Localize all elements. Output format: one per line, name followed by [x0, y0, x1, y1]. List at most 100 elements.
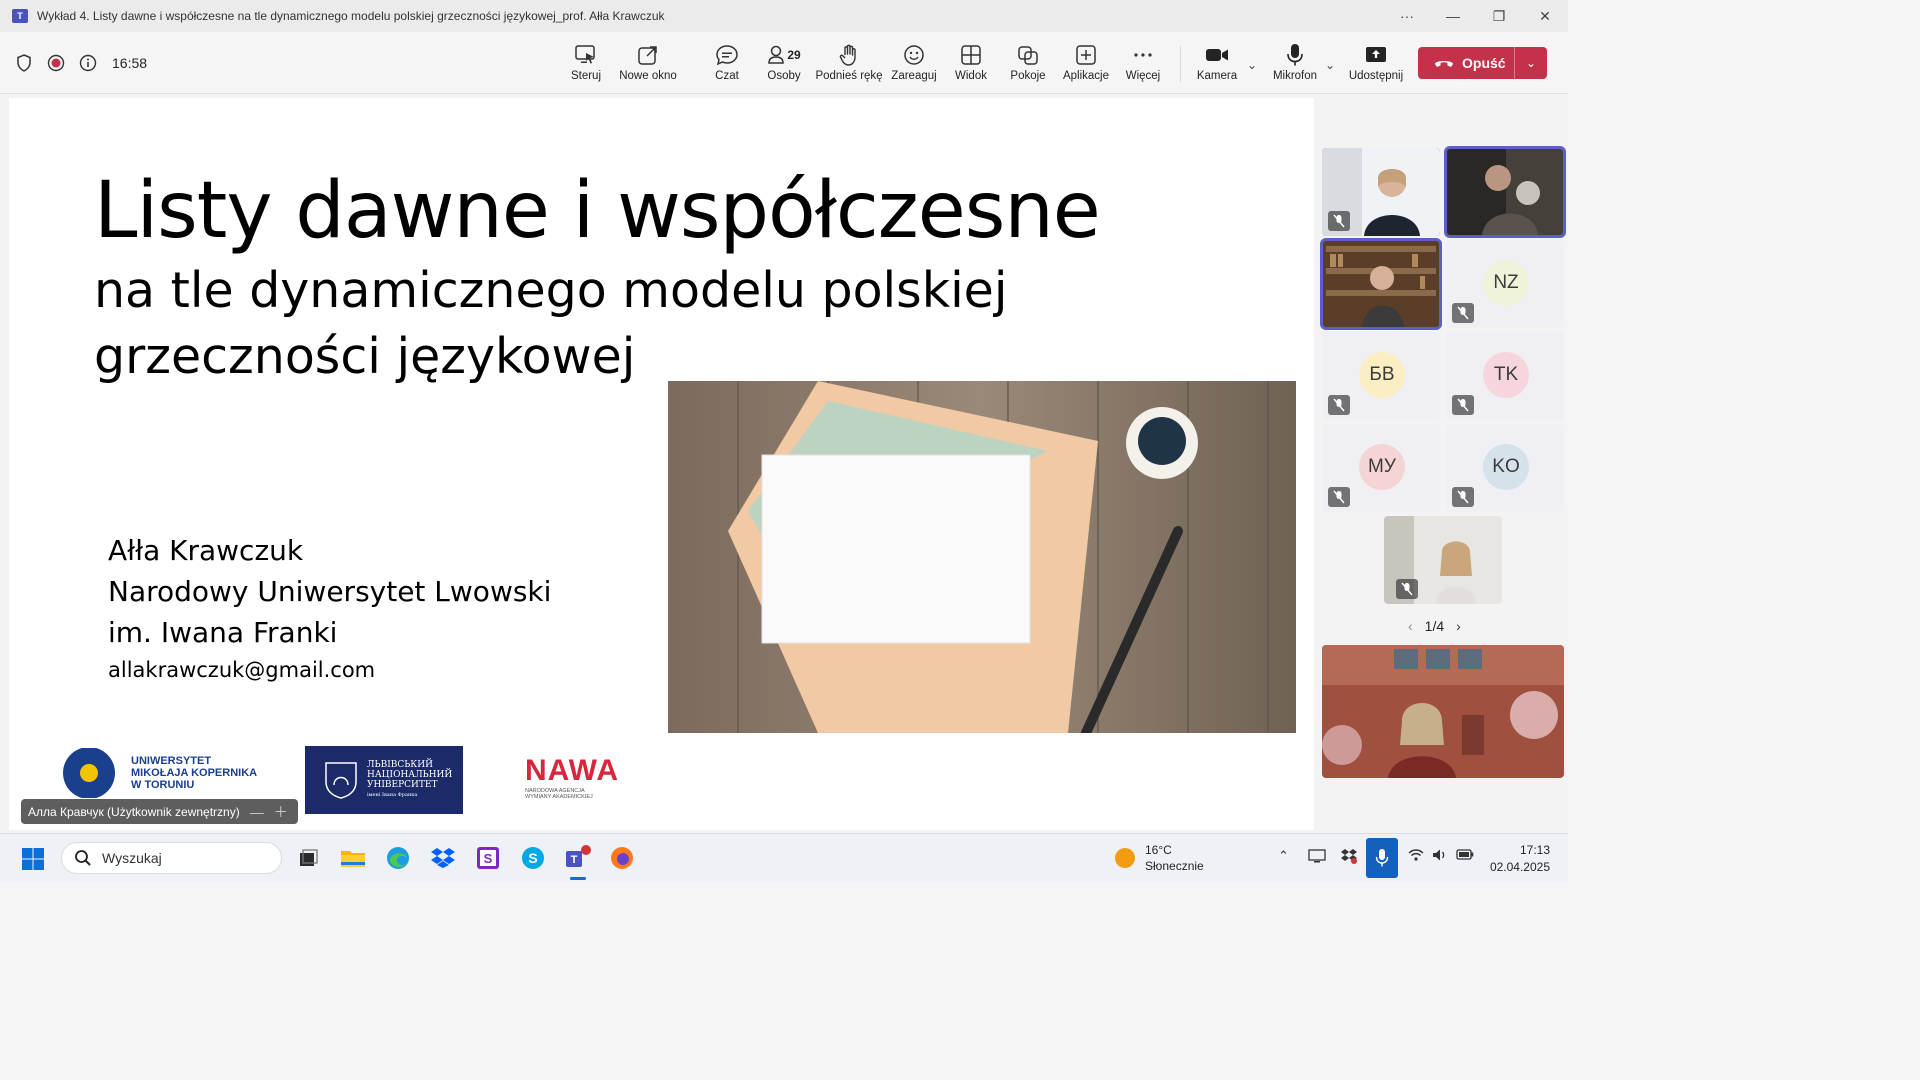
participant-video-tile[interactable]	[1320, 238, 1442, 330]
taskbar-clock[interactable]: 17:13 02.04.2025	[1486, 842, 1550, 876]
people-button[interactable]: 29 Osoby	[762, 42, 806, 88]
camera-options-chevron-icon[interactable]: ⌄	[1247, 58, 1257, 72]
lnu-line1: ЛЬВІВСЬКИЙ	[367, 760, 433, 770]
umk-line2: MIKOŁAJA KOPERNIKA	[131, 767, 258, 779]
minimize-button[interactable]: —	[1430, 0, 1476, 32]
view-label: Widok	[955, 70, 987, 82]
lnu-line2: НАЦІОНАЛЬНИЙ	[367, 770, 453, 780]
leave-main[interactable]: Opuść	[1418, 47, 1515, 79]
author-name: Ałła Krawczuk	[108, 534, 304, 567]
chat-icon	[716, 45, 738, 66]
participant-tile[interactable]: TK	[1446, 332, 1564, 420]
zoom-out-icon[interactable]: —	[250, 804, 264, 820]
react-button[interactable]: Zareaguj	[890, 42, 938, 88]
volume-icon[interactable]	[1432, 848, 1448, 865]
task-view-icon[interactable]	[294, 844, 322, 872]
chevron-right-icon[interactable]: ›	[1456, 618, 1461, 634]
leave-label: Opuść	[1462, 55, 1506, 71]
self-view-video[interactable]	[1322, 645, 1564, 778]
camera-icon	[1206, 49, 1228, 61]
mic-options-chevron-icon[interactable]: ⌄	[1325, 58, 1335, 72]
svg-text:T: T	[571, 854, 578, 866]
microphone-in-use-icon[interactable]	[1366, 838, 1398, 878]
participant-video-tile[interactable]	[1444, 146, 1566, 238]
umk-line1: UNIWERSYTET	[131, 755, 212, 767]
participant-avatar: TK	[1483, 352, 1529, 398]
shared-slide: Listy dawne i współczesne na tle dynamic…	[9, 98, 1314, 830]
hand-icon	[839, 44, 856, 66]
mic-button[interactable]: Mikrofon	[1268, 42, 1322, 88]
close-button[interactable]: ✕	[1522, 0, 1568, 32]
participant-avatar: NZ	[1483, 260, 1529, 306]
share-screen-icon	[1366, 47, 1386, 62]
dropbox-tray-icon[interactable]	[1340, 848, 1358, 867]
skype-icon[interactable]: S	[519, 844, 547, 872]
battery-icon[interactable]	[1456, 848, 1474, 863]
more-options-button[interactable]: ···	[1384, 0, 1430, 32]
rooms-button[interactable]: Pokoje	[1008, 42, 1048, 88]
control-button[interactable]: Steruj	[564, 42, 608, 88]
share-button[interactable]: Udostępnij	[1346, 42, 1406, 88]
share-label: Udostępnij	[1348, 70, 1404, 82]
meeting-toolbar: 16:58 Steruj Nowe okno Czat 29 Osoby Pod…	[0, 32, 1568, 94]
meeting-status: 16:58	[14, 53, 147, 73]
meeting-stage: Listy dawne i współczesne na tle dynamic…	[0, 95, 1568, 833]
recording-icon[interactable]	[46, 53, 66, 73]
author-email: allakrawczuk@gmail.com	[108, 658, 376, 682]
apps-button[interactable]: Aplikacje	[1060, 42, 1112, 88]
view-button[interactable]: Widok	[952, 42, 990, 88]
nawa-wordmark: NAWA	[525, 754, 619, 787]
clock-date: 02.04.2025	[1489, 860, 1550, 874]
teams-taskbar-icon[interactable]: T	[564, 844, 592, 872]
react-label: Zareaguj	[891, 70, 937, 82]
muted-mic-icon	[1452, 487, 1474, 507]
shield-icon[interactable]	[14, 53, 34, 73]
cursor-screen-icon	[575, 45, 595, 64]
wifi-icon[interactable]	[1408, 848, 1424, 865]
edge-browser-icon[interactable]	[384, 844, 412, 872]
participant-tile[interactable]: БВ	[1322, 332, 1440, 420]
search-placeholder: Wyszukaj	[102, 850, 162, 866]
dropbox-icon[interactable]	[429, 844, 457, 872]
muted-mic-icon	[1328, 395, 1350, 415]
lnu-line3: УНІВЕРСИТЕТ	[367, 780, 438, 790]
weather-widget[interactable]: 16°C Słonecznie	[1115, 842, 1204, 874]
taskbar-search[interactable]: Wyszukaj	[61, 842, 282, 874]
windows-start-icon[interactable]	[21, 847, 45, 876]
app-s-icon[interactable]: S	[474, 844, 502, 872]
muted-mic-icon	[1396, 579, 1418, 599]
firefox-icon[interactable]	[608, 844, 636, 872]
hang-up-icon	[1435, 61, 1453, 67]
maximize-button[interactable]: ❐	[1476, 0, 1522, 32]
muted-mic-icon	[1328, 487, 1350, 507]
meeting-timer: 16:58	[112, 55, 148, 71]
zoom-in-icon[interactable]: ＋	[274, 802, 288, 822]
umk-logo: UNIWERSYTET MIKOŁAJA KOPERNIKA W TORUNIU	[59, 748, 257, 798]
file-explorer-icon[interactable]	[339, 844, 367, 872]
info-icon[interactable]	[78, 53, 98, 73]
muted-mic-icon	[1452, 303, 1474, 323]
lnu-line4: імені Івана Франка	[367, 792, 418, 798]
presenter-name-tag[interactable]: Алла Кравчук (Użytkownik zewnętrzny) — ＋	[21, 799, 298, 824]
network-settings-icon[interactable]	[1308, 848, 1326, 867]
leave-options-chevron-icon[interactable]: ⌄	[1515, 56, 1547, 70]
tile-pager: ‹ 1/4 ›	[1408, 618, 1461, 634]
participant-video-tile[interactable]	[1384, 516, 1502, 604]
participant-tile[interactable]: МУ	[1322, 424, 1440, 512]
add-app-icon	[1076, 45, 1096, 65]
people-icon	[768, 45, 785, 64]
leave-button[interactable]: Opuść ⌄	[1418, 47, 1547, 79]
camera-button[interactable]: Kamera	[1196, 42, 1238, 88]
participant-tile[interactable]: NZ	[1446, 240, 1564, 328]
new-window-button[interactable]: Nowe okno	[616, 42, 680, 88]
chevron-left-icon[interactable]: ‹	[1408, 618, 1413, 634]
chevron-up-icon[interactable]: ⌃	[1278, 848, 1289, 864]
participant-video-tile[interactable]	[1322, 148, 1440, 236]
search-icon	[75, 850, 91, 866]
pop-out-icon	[638, 46, 657, 65]
raise-hand-button[interactable]: Podnieś rękę	[814, 42, 884, 88]
muted-mic-icon	[1452, 395, 1474, 415]
more-button[interactable]: Więcej	[1122, 42, 1164, 88]
participant-tile[interactable]: KO	[1446, 424, 1564, 512]
chat-button[interactable]: Czat	[710, 42, 744, 88]
